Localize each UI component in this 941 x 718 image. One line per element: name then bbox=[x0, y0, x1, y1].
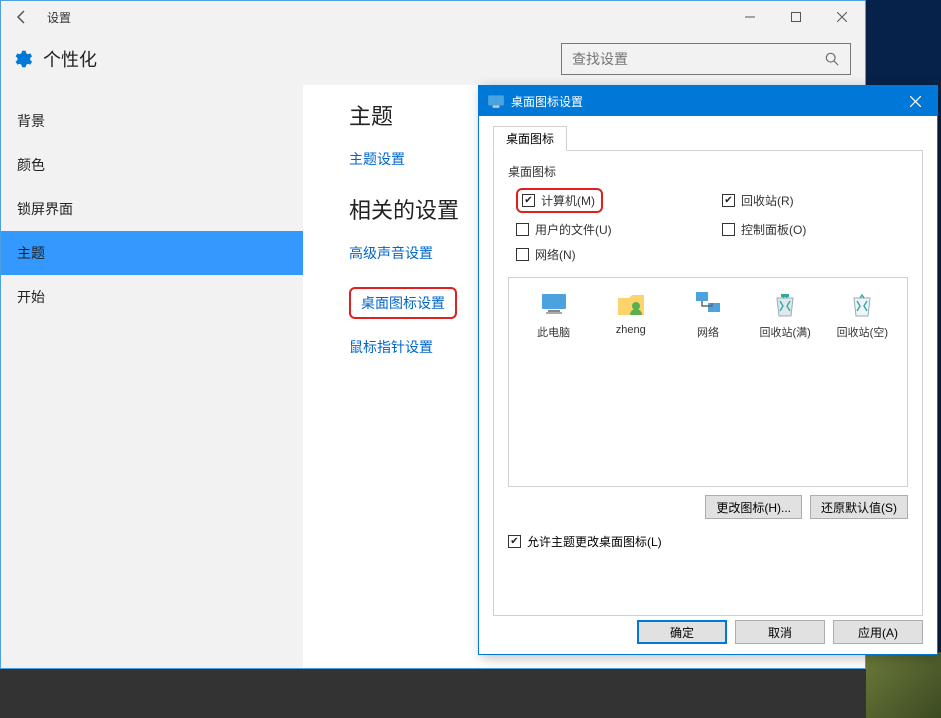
preview-this-pc[interactable]: 此电脑 bbox=[517, 288, 591, 340]
highlight-desktop-icon-settings: 桌面图标设置 bbox=[349, 287, 457, 319]
dialog-title: 桌面图标设置 bbox=[511, 93, 583, 110]
preview-label: 回收站(满) bbox=[759, 324, 810, 340]
highlight-computer-check: 计算机(M) bbox=[516, 188, 603, 213]
preview-label: 回收站(空) bbox=[837, 324, 888, 340]
search-icon bbox=[814, 52, 850, 66]
dialog-titlebar: 桌面图标设置 bbox=[479, 86, 937, 116]
dialog-close-button[interactable] bbox=[893, 86, 937, 116]
checkbox-allow-theme[interactable]: 允许主题更改桌面图标(L) bbox=[508, 533, 908, 550]
minimize-button[interactable] bbox=[727, 1, 773, 33]
restore-defaults-button[interactable]: 还原默认值(S) bbox=[810, 495, 908, 519]
dialog-icon bbox=[487, 92, 505, 110]
sidebar-item-color[interactable]: 颜色 bbox=[1, 143, 303, 187]
link-desktop-icon-settings[interactable]: 桌面图标设置 bbox=[361, 293, 445, 313]
preview-user[interactable]: zheng bbox=[594, 288, 668, 340]
check-icon bbox=[516, 248, 529, 261]
sidebar-item-theme[interactable]: 主题 bbox=[1, 231, 303, 275]
preview-label: 网络 bbox=[697, 324, 719, 340]
preview-label: 此电脑 bbox=[537, 324, 570, 340]
checkbox-userfiles[interactable]: 用户的文件(U) bbox=[516, 221, 702, 238]
sidebar-item-background[interactable]: 背景 bbox=[1, 99, 303, 143]
preview-label: zheng bbox=[616, 324, 646, 336]
preview-recycle-empty[interactable]: 回收站(空) bbox=[825, 288, 899, 340]
checkbox-controlpanel[interactable]: 控制面板(O) bbox=[722, 221, 908, 238]
window-title: 设置 bbox=[43, 9, 71, 26]
search-input[interactable] bbox=[562, 51, 814, 67]
sidebar-item-start[interactable]: 开始 bbox=[1, 275, 303, 319]
search-box[interactable] bbox=[561, 43, 851, 75]
preview-recycle-full[interactable]: 回收站(满) bbox=[748, 288, 822, 340]
checkbox-label: 允许主题更改桌面图标(L) bbox=[527, 533, 662, 550]
checkbox-label: 控制面板(O) bbox=[741, 221, 806, 238]
check-icon bbox=[508, 535, 521, 548]
desktop-icon-dialog: 桌面图标设置 桌面图标 桌面图标 计算机(M) bbox=[478, 85, 938, 655]
checkbox-label: 网络(N) bbox=[535, 246, 576, 263]
preview-network[interactable]: 网络 bbox=[671, 288, 745, 340]
header: 个性化 bbox=[1, 33, 865, 85]
maximize-button[interactable] bbox=[773, 1, 819, 33]
apply-button[interactable]: 应用(A) bbox=[833, 620, 923, 644]
back-button[interactable] bbox=[1, 9, 43, 25]
check-icon bbox=[722, 194, 735, 207]
desktop-wallpaper-corner bbox=[866, 652, 941, 718]
titlebar: 设置 bbox=[1, 1, 865, 33]
page-title: 个性化 bbox=[43, 46, 97, 72]
change-icon-button[interactable]: 更改图标(H)... bbox=[705, 495, 802, 519]
cancel-button[interactable]: 取消 bbox=[735, 620, 825, 644]
group-label: 桌面图标 bbox=[508, 163, 908, 180]
checkbox-label: 计算机(M) bbox=[541, 192, 595, 209]
tab-panel: 桌面图标 计算机(M) 回收站(R) 用户的文件(U) bbox=[493, 150, 923, 616]
checkbox-label: 回收站(R) bbox=[741, 192, 794, 209]
gear-icon bbox=[11, 48, 33, 70]
checkbox-computer[interactable]: 计算机(M) bbox=[522, 192, 595, 209]
close-button[interactable] bbox=[819, 1, 865, 33]
checkbox-label: 用户的文件(U) bbox=[535, 221, 612, 238]
sidebar-item-lockscreen[interactable]: 锁屏界面 bbox=[1, 187, 303, 231]
tab-desktop-icons[interactable]: 桌面图标 bbox=[493, 126, 567, 151]
checkbox-recycle[interactable]: 回收站(R) bbox=[722, 188, 908, 213]
sidebar: 背景 颜色 锁屏界面 主题 开始 bbox=[1, 85, 303, 668]
icon-preview-panel: 此电脑 zheng 网络 回收站(满) bbox=[508, 277, 908, 487]
check-icon bbox=[522, 194, 535, 207]
checkbox-network[interactable]: 网络(N) bbox=[516, 246, 702, 263]
check-icon bbox=[722, 223, 735, 236]
ok-button[interactable]: 确定 bbox=[637, 620, 727, 644]
check-icon bbox=[516, 223, 529, 236]
